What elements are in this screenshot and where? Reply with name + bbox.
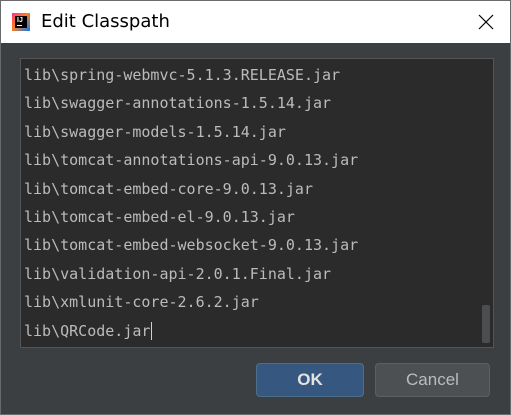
classpath-entry[interactable]: lib\xmlunit-core-2.6.2.jar [21,288,358,316]
classpath-entry[interactable]: lib\tomcat-embed-websocket-9.0.13.jar [21,231,358,259]
classpath-list: lib\spring-webmvc-5.1.3.RELEASE.jar lib\… [21,61,358,345]
close-button[interactable] [470,6,502,38]
classpath-entry[interactable]: lib\tomcat-embed-el-9.0.13.jar [21,203,358,231]
intellij-icon: IJ [12,13,30,31]
classpath-entry[interactable]: lib\validation-api-2.0.1.Final.jar [21,260,358,288]
classpath-entry[interactable]: lib\swagger-annotations-1.5.14.jar [21,89,358,117]
edit-classpath-dialog: IJ Edit Classpath lib\spring-webmvc-5.1.… [0,0,511,415]
classpath-entry[interactable]: lib\tomcat-embed-core-9.0.13.jar [21,175,358,203]
scrollbar-thumb[interactable] [482,305,490,343]
close-icon [478,14,494,30]
cancel-button[interactable]: Cancel [375,363,490,397]
dialog-title: Edit Classpath [41,11,170,32]
classpath-entry-current[interactable]: lib\QRCode.jar [21,317,358,345]
classpath-entry[interactable]: lib\swagger-models-1.5.14.jar [21,118,358,146]
ok-button[interactable]: OK [256,363,364,397]
classpath-editor[interactable]: lib\spring-webmvc-5.1.3.RELEASE.jar lib\… [20,58,494,348]
classpath-entry[interactable]: lib\spring-webmvc-5.1.3.RELEASE.jar [21,61,358,89]
app-icon-glyph: IJ [17,17,23,24]
classpath-entry[interactable]: lib\tomcat-annotations-api-9.0.13.jar [21,146,358,174]
title-bar[interactable]: IJ Edit Classpath [1,1,510,43]
vertical-scrollbar[interactable] [480,59,492,347]
text-caret [151,322,153,341]
